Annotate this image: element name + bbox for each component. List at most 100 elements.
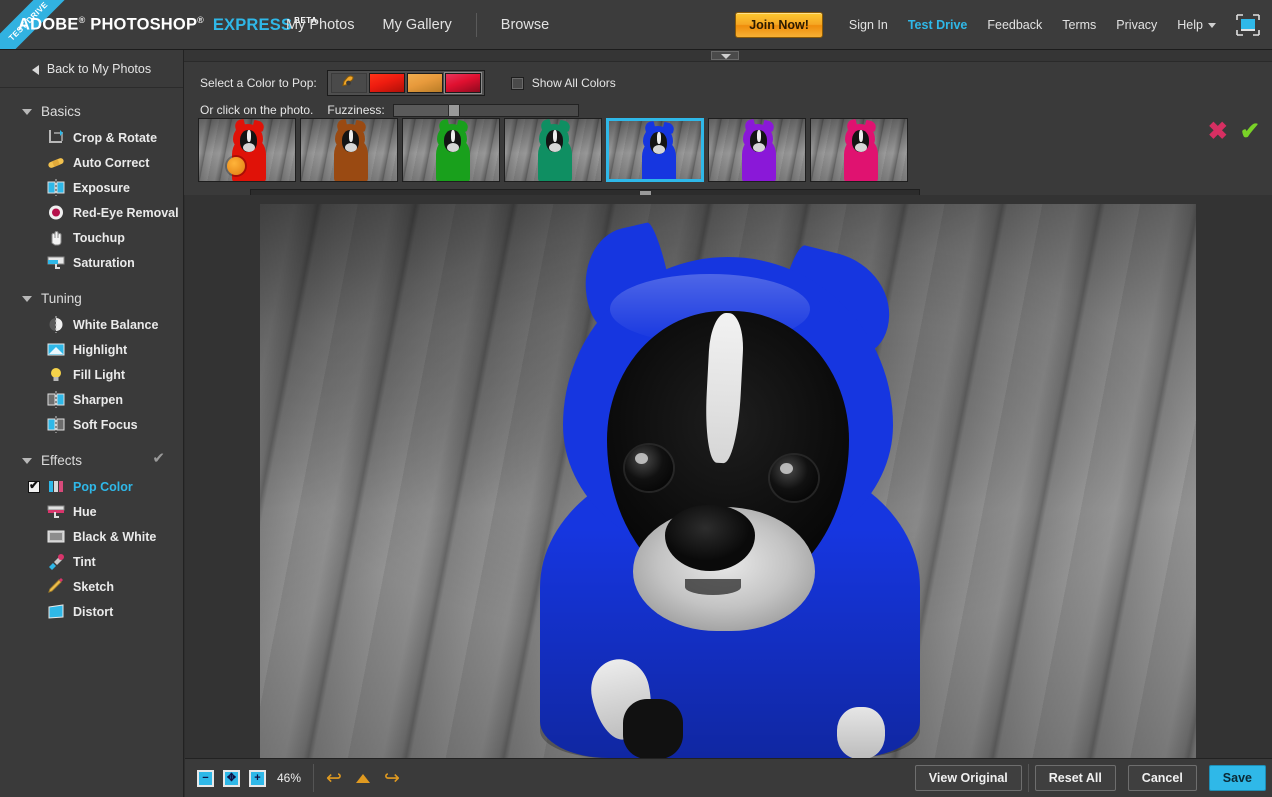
- swatch-orange[interactable]: [406, 73, 443, 93]
- thumb-green[interactable]: [402, 118, 500, 182]
- group-header-tuning[interactable]: Tuning: [0, 285, 183, 312]
- sidebar-item-fill-light[interactable]: Fill Light: [0, 362, 183, 387]
- sidebar-label-red-eye-removal: Red-Eye Removal: [73, 205, 179, 220]
- sidebar-item-sketch[interactable]: Sketch: [0, 574, 183, 599]
- sidebar-group-tuning: Tuning White Balance Highlight Fill Ligh…: [0, 285, 183, 437]
- nav-test-drive[interactable]: Test Drive: [898, 18, 978, 32]
- sidebar-label-saturation: Saturation: [73, 255, 135, 270]
- left-sidebar: Back to My Photos Basics Crop & Rotate A…: [0, 50, 184, 797]
- thumb-blue[interactable]: [606, 118, 704, 182]
- sidebar-item-crop-rotate[interactable]: Crop & Rotate: [0, 125, 183, 150]
- thumb-dog-blaze: [247, 130, 251, 142]
- pop-color-checkbox[interactable]: [28, 478, 40, 493]
- apply-cancel-icons: ✖ ✔: [1208, 120, 1260, 144]
- nav-terms[interactable]: Terms: [1052, 18, 1106, 32]
- x-mark-icon[interactable]: ✖: [1208, 120, 1228, 144]
- fit-to-screen-icon[interactable]: ✥: [223, 769, 240, 787]
- nav-my-gallery[interactable]: My Gallery: [369, 17, 466, 33]
- thumb-magenta[interactable]: [810, 118, 908, 182]
- thumb-dog-muzzle: [345, 143, 357, 152]
- group-header-basics[interactable]: Basics: [0, 98, 183, 125]
- sidebar-item-white-balance[interactable]: White Balance: [0, 312, 183, 337]
- thumb-dog-muzzle: [243, 143, 255, 152]
- sidebar-item-red-eye-removal[interactable]: Red-Eye Removal: [0, 200, 183, 225]
- back-to-my-photos-button[interactable]: Back to My Photos: [0, 50, 183, 88]
- sidebar-label-auto-correct: Auto Correct: [73, 155, 150, 170]
- sidebar-item-auto-correct[interactable]: Auto Correct: [0, 150, 183, 175]
- color-swatch-group: [326, 70, 485, 96]
- swatch-crimson[interactable]: [444, 73, 481, 93]
- sidebar-label-distort: Distort: [73, 604, 114, 619]
- sidebar-item-saturation[interactable]: Saturation: [0, 250, 183, 275]
- sidebar-label-highlight: Highlight: [73, 342, 128, 357]
- thumb-dog-blaze: [657, 132, 661, 144]
- swatch-red[interactable]: [368, 73, 405, 93]
- distort-icon: [46, 603, 66, 620]
- nav-help[interactable]: Help: [1167, 18, 1226, 32]
- sidebar-item-black-white[interactable]: Black & White: [0, 524, 183, 549]
- crop-rotate-icon: [46, 129, 66, 146]
- group-title-basics: Basics: [41, 104, 81, 119]
- thumb-dog-blaze: [349, 130, 353, 142]
- logo-adobe: ADOBE: [18, 15, 79, 34]
- save-button[interactable]: Save: [1208, 765, 1266, 791]
- sidebar-label-black-white: Black & White: [73, 529, 157, 544]
- sidebar-label-white-balance: White Balance: [73, 317, 159, 332]
- logo-photoshop: PHOTOSHOP: [90, 15, 198, 34]
- thumb-purple[interactable]: [708, 118, 806, 182]
- show-all-colors-checkbox[interactable]: [510, 76, 524, 90]
- sidebar-item-exposure[interactable]: Exposure: [0, 175, 183, 200]
- nav-browse[interactable]: Browse: [487, 17, 563, 33]
- zoom-controls: − ✥ + 46%: [185, 759, 313, 797]
- nav-divider: [475, 13, 477, 37]
- reset-all-button[interactable]: Reset All: [1034, 765, 1116, 791]
- sidebar-label-sketch: Sketch: [73, 579, 114, 594]
- fuzziness-slider-fill: [393, 104, 455, 116]
- fuzziness-slider[interactable]: [392, 103, 579, 117]
- zoom-in-icon[interactable]: +: [249, 769, 266, 787]
- show-all-colors-toggle[interactable]: Show All Colors: [510, 76, 616, 90]
- join-now-button[interactable]: Join Now!: [735, 12, 823, 38]
- sidebar-item-soft-focus[interactable]: Soft Focus: [0, 412, 183, 437]
- sidebar-item-hue[interactable]: Hue: [0, 499, 183, 524]
- sidebar-item-distort[interactable]: Distort: [0, 599, 183, 624]
- nav-my-photos[interactable]: My Photos: [272, 17, 369, 33]
- sketch-icon: [46, 578, 66, 595]
- fuzziness-slider-handle[interactable]: [448, 103, 461, 117]
- black-white-icon: [46, 528, 66, 545]
- view-original-button[interactable]: View Original: [914, 765, 1022, 791]
- undo-icon[interactable]: ↩: [326, 769, 342, 788]
- app-header: TEST DRIVE ADOBE® PHOTOSHOP® EXPRESS BETA…: [0, 0, 1272, 50]
- nav-feedback[interactable]: Feedback: [977, 18, 1052, 32]
- eyedropper-icon[interactable]: [330, 73, 367, 93]
- nav-privacy[interactable]: Privacy: [1106, 18, 1167, 32]
- cancel-button[interactable]: Cancel: [1127, 765, 1197, 791]
- group-header-effects[interactable]: Effects ✔: [0, 447, 183, 474]
- sidebar-item-highlight[interactable]: Highlight: [0, 337, 183, 362]
- sidebar-item-touchup[interactable]: Touchup: [0, 225, 183, 250]
- redo-icon[interactable]: ↪: [384, 769, 400, 788]
- highlight-icon: [46, 341, 66, 358]
- sidebar-item-pop-color[interactable]: Pop Color: [0, 474, 183, 499]
- nav-sign-in[interactable]: Sign In: [839, 18, 898, 32]
- sidebar-item-tint[interactable]: Tint: [0, 549, 183, 574]
- select-color-row: Select a Color to Pop: Show All Colors: [200, 70, 616, 96]
- fullscreen-icon[interactable]: [1236, 14, 1260, 36]
- thumb-brown[interactable]: [300, 118, 398, 182]
- sidebar-label-tint: Tint: [73, 554, 96, 569]
- photo-canvas[interactable]: [260, 204, 1196, 758]
- application-window: TEST DRIVE ADOBE® PHOTOSHOP® EXPRESS BETA…: [0, 0, 1272, 797]
- exposure-icon: [46, 179, 66, 196]
- group-title-effects: Effects: [41, 453, 83, 468]
- check-mark-icon[interactable]: ✔: [1240, 120, 1260, 144]
- secondary-navigation: Join Now! Sign In Test Drive Feedback Te…: [735, 0, 1260, 49]
- thumb-dog-muzzle: [447, 143, 459, 152]
- thumb-red[interactable]: [198, 118, 296, 182]
- zoom-out-icon[interactable]: −: [197, 769, 214, 787]
- sidebar-item-sharpen[interactable]: Sharpen: [0, 387, 183, 412]
- sidebar-label-fill-light: Fill Light: [73, 367, 126, 382]
- chevron-down-icon[interactable]: [711, 51, 739, 60]
- toolbar-divider: [1027, 764, 1029, 792]
- revert-icon[interactable]: [355, 773, 370, 783]
- thumb-teal[interactable]: [504, 118, 602, 182]
